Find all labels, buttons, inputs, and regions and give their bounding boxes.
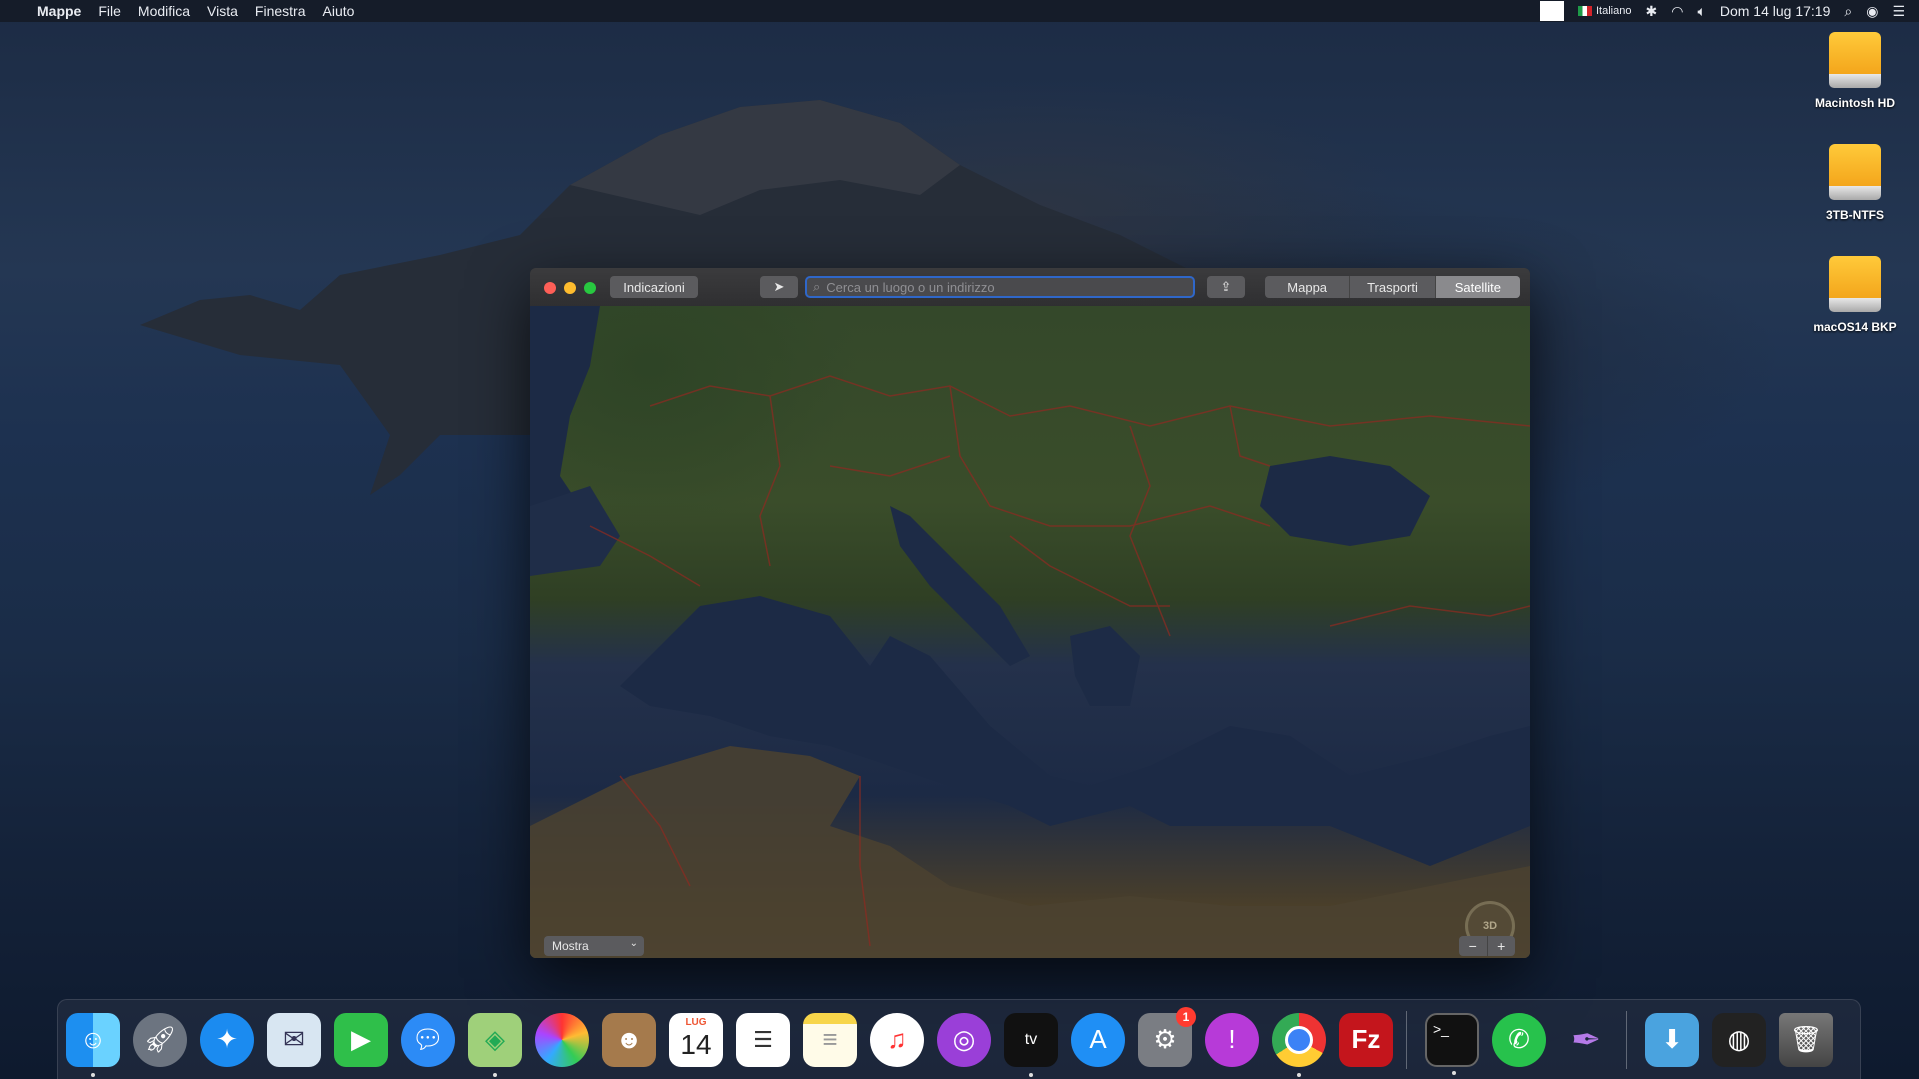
- safari-icon[interactable]: ✦: [200, 1012, 254, 1067]
- menu-modifica[interactable]: Modifica: [138, 3, 190, 19]
- reminders-icon[interactable]: ☰: [736, 1012, 790, 1067]
- status-item-blank[interactable]: [1540, 1, 1564, 21]
- search-field[interactable]: ⌕: [805, 276, 1195, 298]
- calendar-icon[interactable]: LUG 14: [669, 1012, 723, 1067]
- show-menu-label: Mostra: [552, 939, 589, 953]
- hard-drive-icon: [1829, 144, 1881, 202]
- dock: ☺ 🚀︎ ✦ ✉ ▶ 💬︎ ◈ ☻ LUG 14 ☰ ≡ ♫ ◎ tv A ⚙ …: [57, 999, 1861, 1079]
- quill-icon[interactable]: ✒: [1559, 1013, 1613, 1067]
- input-source-menu[interactable]: Italiano: [1578, 5, 1631, 17]
- tv-icon[interactable]: tv: [1004, 1012, 1058, 1077]
- input-source-label: Italiano: [1596, 5, 1632, 17]
- finder-icon[interactable]: ☺: [66, 1012, 120, 1077]
- facetime-icon[interactable]: ▶: [334, 1012, 388, 1067]
- chrome-app-icon[interactable]: ◍: [1712, 1012, 1766, 1067]
- photos-icon[interactable]: [535, 1012, 589, 1067]
- contacts-icon[interactable]: ☻: [602, 1012, 656, 1067]
- wifi-icon[interactable]: ◠: [1671, 3, 1683, 20]
- downloads-folder-icon[interactable]: ⬇: [1645, 1012, 1699, 1067]
- siri-icon[interactable]: ◉: [1866, 3, 1878, 20]
- messages-icon[interactable]: 💬︎: [401, 1012, 455, 1067]
- tab-mappa[interactable]: Mappa: [1265, 276, 1351, 298]
- whatsapp-icon[interactable]: ✆: [1492, 1012, 1546, 1067]
- appstore-icon[interactable]: A: [1071, 1012, 1125, 1067]
- fullscreen-button[interactable]: [584, 282, 596, 294]
- satellite-map-view[interactable]: Mostra ⌄ 3D − +: [530, 306, 1530, 958]
- desktop-drive-3tb-ntfs[interactable]: 3TB-NTFS: [1795, 144, 1915, 222]
- filezilla-icon[interactable]: Fz: [1339, 1012, 1393, 1067]
- maps-toolbar: Indicazioni ➤ ⌕ ⇪ Mappa Trasporti Satell…: [530, 268, 1530, 307]
- map-landmass: [530, 306, 1530, 958]
- menu-finestra[interactable]: Finestra: [255, 3, 306, 19]
- search-input[interactable]: [824, 278, 1189, 296]
- drive-label: macOS14 BKP: [1813, 320, 1897, 334]
- maps-window: Indicazioni ➤ ⌕ ⇪ Mappa Trasporti Satell…: [530, 268, 1530, 958]
- desktop-drive-macos14-bkp[interactable]: macOS14 BKP: [1795, 256, 1915, 334]
- spotlight-search-icon[interactable]: ⌕: [1844, 3, 1852, 20]
- tab-satellite[interactable]: Satellite: [1435, 276, 1520, 298]
- menu-aiuto[interactable]: Aiuto: [323, 3, 355, 19]
- calendar-day: 14: [680, 1028, 712, 1060]
- hard-drive-icon: [1829, 256, 1881, 314]
- italian-flag-icon: [1578, 6, 1592, 17]
- calendar-month: LUG: [685, 1016, 707, 1028]
- search-icon: ⌕: [813, 279, 821, 294]
- menu-vista[interactable]: Vista: [207, 3, 238, 19]
- show-menu[interactable]: Mostra ⌄: [544, 936, 644, 956]
- bluetooth-icon[interactable]: ✱: [1645, 3, 1657, 20]
- menu-app-name[interactable]: Mappe: [37, 3, 81, 19]
- desktop-drive-macintosh-hd[interactable]: Macintosh HD: [1795, 32, 1915, 110]
- current-location-button[interactable]: ➤: [760, 276, 798, 298]
- music-icon[interactable]: ♫: [870, 1012, 924, 1067]
- volume-icon[interactable]: 🔈︎: [1697, 3, 1705, 20]
- mail-icon[interactable]: ✉: [267, 1012, 321, 1067]
- directions-button[interactable]: Indicazioni: [610, 276, 698, 298]
- drive-label: Macintosh HD: [1814, 96, 1895, 110]
- chrome-icon[interactable]: [1272, 1012, 1326, 1077]
- view-mode-segmented-control: Mappa Trasporti Satellite: [1265, 276, 1520, 298]
- notification-center-icon[interactable]: ☰: [1892, 3, 1905, 20]
- share-button[interactable]: ⇪: [1207, 276, 1245, 298]
- system-preferences-icon[interactable]: ⚙ 1: [1138, 1006, 1196, 1067]
- menu-file[interactable]: File: [98, 3, 121, 19]
- location-arrow-icon: ➤: [773, 279, 785, 294]
- chevron-down-icon: ⌄: [629, 938, 638, 949]
- tab-trasporti[interactable]: Trasporti: [1350, 276, 1436, 298]
- clock[interactable]: Dom 14 lug 17:19: [1720, 3, 1831, 19]
- menu-bar: Mappe File Modifica Vista Finestra Aiuto…: [0, 0, 1919, 22]
- compass-label: 3D: [1482, 920, 1498, 932]
- zoom-control: − +: [1459, 936, 1515, 956]
- zoom-out-button[interactable]: −: [1459, 936, 1488, 956]
- drive-label: 3TB-NTFS: [1826, 208, 1884, 222]
- maps-icon[interactable]: ◈: [468, 1012, 522, 1077]
- dock-separator: [1406, 1010, 1407, 1069]
- launchpad-icon[interactable]: 🚀︎: [133, 1012, 187, 1067]
- zoom-in-button[interactable]: +: [1487, 936, 1515, 956]
- dock-separator: [1626, 1010, 1627, 1069]
- hard-drive-icon: [1829, 32, 1881, 90]
- podcasts-icon[interactable]: ◎: [937, 1012, 991, 1067]
- minimize-button[interactable]: [564, 282, 576, 294]
- notes-icon[interactable]: ≡: [803, 1012, 857, 1067]
- terminal-icon[interactable]: >_: [1425, 1012, 1479, 1075]
- share-icon: ⇪: [1220, 279, 1232, 294]
- feedback-icon[interactable]: !: [1205, 1012, 1259, 1067]
- trash-icon[interactable]: 🗑︎: [1779, 1012, 1833, 1067]
- notification-badge: 1: [1176, 1006, 1196, 1027]
- close-button[interactable]: [544, 282, 556, 294]
